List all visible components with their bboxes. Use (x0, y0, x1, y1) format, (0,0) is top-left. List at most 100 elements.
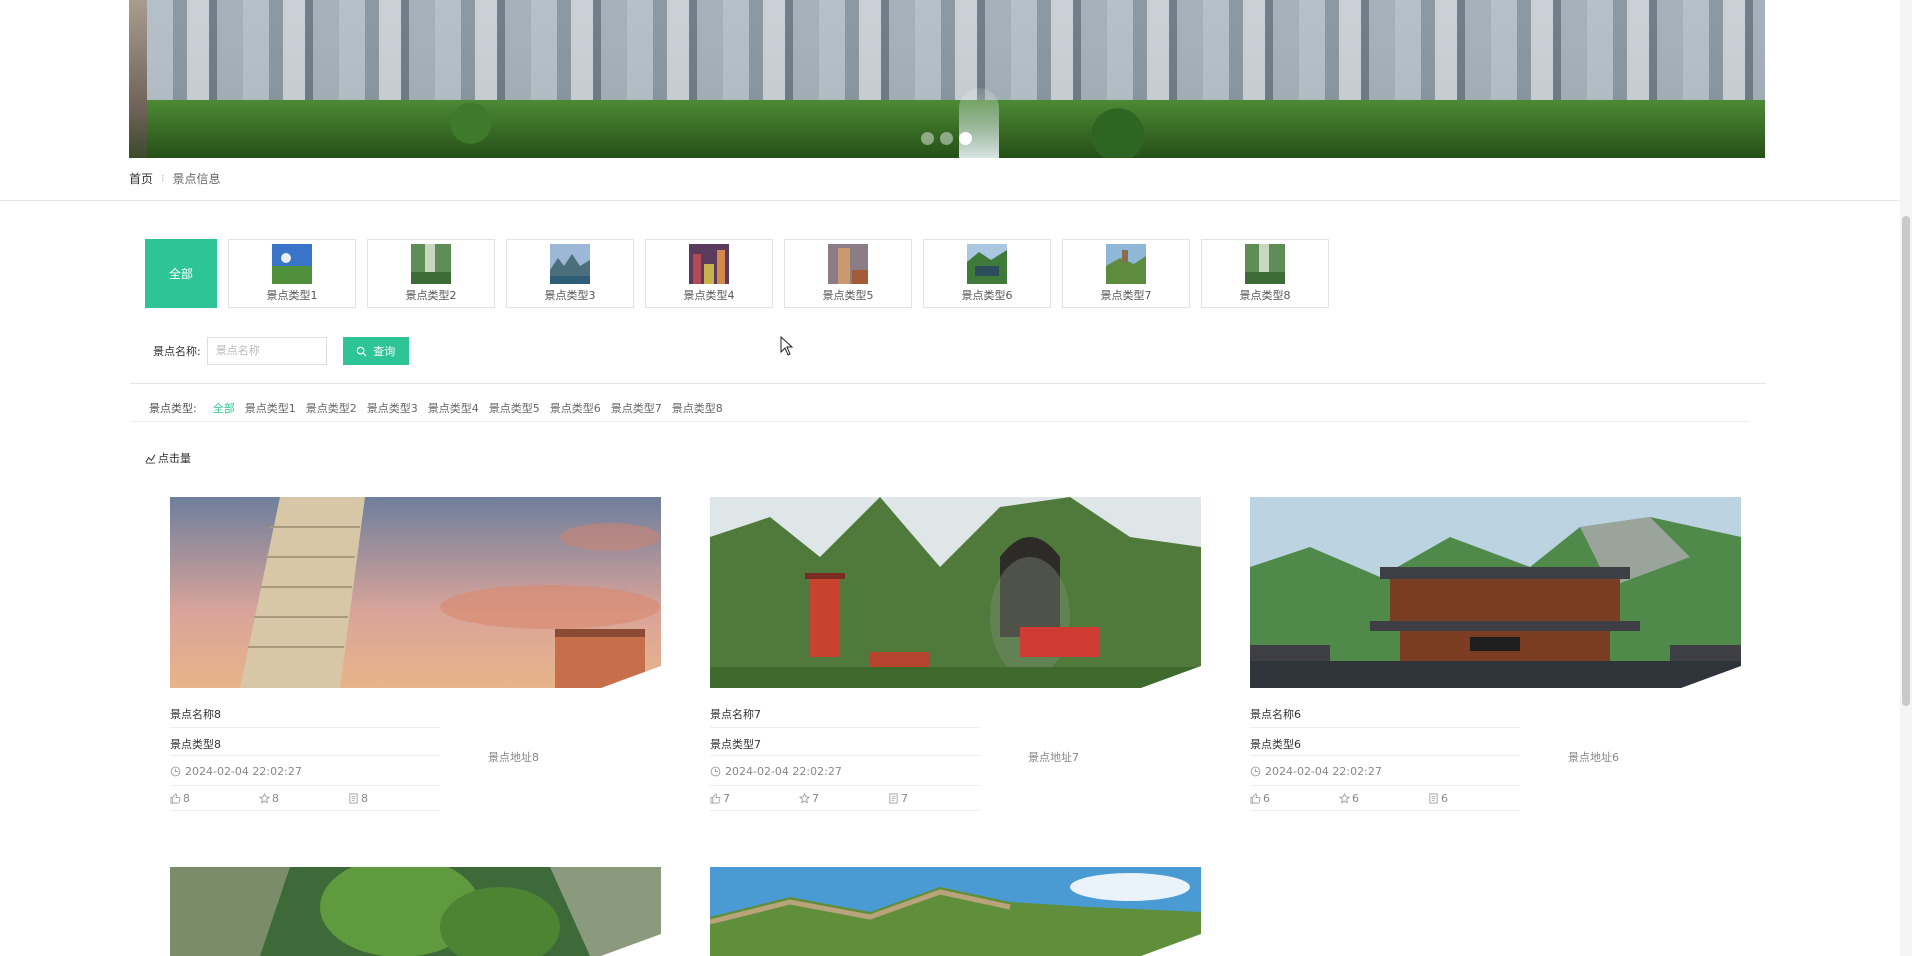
filter-option-6[interactable]: 景点类型6 (550, 400, 601, 416)
category-thumbnail (272, 244, 312, 284)
attraction-name[interactable]: 景点名称7 (710, 706, 761, 722)
attraction-image[interactable] (170, 867, 661, 956)
attraction-image[interactable] (710, 497, 1201, 688)
category-tile-2[interactable]: 景点类型2 (367, 239, 495, 308)
attraction-card[interactable] (170, 867, 661, 956)
category-tile-4[interactable]: 景点类型4 (645, 239, 773, 308)
attraction-image[interactable] (1250, 497, 1741, 688)
category-thumbnail (828, 244, 868, 284)
comments-stat[interactable]: 7 (888, 792, 977, 805)
filter-option-7[interactable]: 景点类型7 (611, 400, 662, 416)
comments-stat[interactable]: 6 (1428, 792, 1517, 805)
thumbs-up-icon (1250, 793, 1261, 804)
favorites-stat[interactable]: 6 (1339, 792, 1428, 805)
category-tile-1[interactable]: 景点类型1 (228, 239, 356, 308)
likes-stat[interactable]: 7 (710, 792, 799, 805)
attraction-meta: 景点名称7 景点类型7 景点地址7 2024-02-04 22:02:27 7 … (710, 688, 1201, 818)
divider (0, 200, 1900, 201)
category-tile-6[interactable]: 景点类型6 (923, 239, 1051, 308)
breadcrumb-home[interactable]: 首页 (129, 170, 153, 187)
mouse-cursor (780, 336, 794, 356)
attraction-stats: 6 6 6 (1250, 792, 1517, 805)
type-filter: 景点类型: 全部 景点类型1 景点类型2 景点类型3 景点类型4 景点类型5 景… (149, 400, 723, 416)
attraction-address: 景点地址7 (1028, 751, 1079, 764)
attraction-card[interactable]: 景点名称7 景点类型7 景点地址7 2024-02-04 22:02:27 7 … (710, 497, 1201, 818)
comments-stat[interactable]: 8 (348, 792, 437, 805)
filter-option-1[interactable]: 景点类型1 (245, 400, 296, 416)
likes-count: 6 (1263, 792, 1270, 805)
filter-option-3[interactable]: 景点类型3 (367, 400, 418, 416)
breadcrumb: 首页 ⁝ 景点信息 (129, 170, 221, 187)
carousel-dot-3[interactable] (959, 132, 972, 145)
filter-option-5[interactable]: 景点类型5 (489, 400, 540, 416)
previous-slide-edge (129, 0, 147, 158)
attraction-stats: 7 7 7 (710, 792, 977, 805)
category-tile-3[interactable]: 景点类型3 (506, 239, 634, 308)
divider (130, 421, 1750, 422)
attraction-card[interactable]: 景点名称8 景点类型8 景点地址8 2024-02-04 22:02:27 8 … (170, 497, 661, 818)
carousel-indicators (921, 132, 972, 145)
attraction-image[interactable] (170, 497, 661, 688)
attraction-time: 2024-02-04 22:02:27 (1250, 765, 1382, 778)
category-thumbnail (1245, 244, 1285, 284)
category-tile-label: 景点类型7 (1100, 289, 1152, 302)
attraction-card[interactable] (710, 867, 1201, 956)
category-tile-5[interactable]: 景点类型5 (784, 239, 912, 308)
attraction-time: 2024-02-04 22:02:27 (710, 765, 842, 778)
category-tile-all[interactable]: 全部 (145, 239, 217, 308)
search-button-label: 查询 (373, 346, 396, 358)
carousel-dot-2[interactable] (940, 132, 953, 145)
divider (710, 727, 980, 728)
filter-option-8[interactable]: 景点类型8 (672, 400, 723, 416)
breadcrumb-separator: ⁝ (161, 172, 165, 185)
category-tile-label: 景点类型3 (544, 289, 596, 302)
likes-stat[interactable]: 6 (1250, 792, 1339, 805)
category-thumbnail (689, 244, 729, 284)
filter-option-4[interactable]: 景点类型4 (428, 400, 479, 416)
banner-carousel[interactable] (129, 0, 1765, 158)
attraction-type: 景点类型6 (1250, 738, 1301, 751)
attraction-time: 2024-02-04 22:02:27 (170, 765, 302, 778)
favorites-count: 7 (812, 792, 819, 805)
likes-count: 7 (723, 792, 730, 805)
search-button[interactable]: 查询 (342, 337, 409, 365)
attraction-name[interactable]: 景点名称8 (170, 706, 221, 722)
favorites-stat[interactable]: 8 (259, 792, 348, 805)
carousel-dot-1[interactable] (921, 132, 934, 145)
attraction-stats: 8 8 8 (170, 792, 437, 805)
category-tile-label: 景点类型8 (1239, 289, 1291, 302)
attraction-type: 景点类型7 (710, 738, 761, 751)
divider (1250, 785, 1520, 786)
attraction-time-text: 2024-02-04 22:02:27 (185, 765, 302, 778)
category-tiles: 全部 景点类型1 景点类型2 景点类型3 景点类型4 景点类型5 景点类型6 景… (145, 239, 1329, 308)
sort-by-clicks[interactable]: 点击量 (145, 450, 191, 466)
divider (710, 810, 980, 811)
category-tile-label: 景点类型1 (266, 289, 318, 302)
category-tile-label: 景点类型4 (683, 289, 735, 302)
search-icon (356, 346, 367, 357)
attraction-name[interactable]: 景点名称6 (1250, 706, 1301, 722)
attraction-address: 景点地址6 (1568, 751, 1619, 764)
category-tile-8[interactable]: 景点类型8 (1201, 239, 1329, 308)
thumbs-up-icon (710, 793, 721, 804)
banner-city-skyline (147, 0, 1765, 110)
comments-count: 6 (1441, 792, 1448, 805)
page-scrollbar[interactable] (1900, 0, 1912, 956)
category-tile-label: 景点类型2 (405, 289, 457, 302)
attraction-time-text: 2024-02-04 22:02:27 (725, 765, 842, 778)
category-tile-7[interactable]: 景点类型7 (1062, 239, 1190, 308)
document-icon (1429, 793, 1438, 804)
filter-option-all[interactable]: 全部 (213, 400, 235, 416)
scrollbar-thumb[interactable] (1902, 216, 1910, 706)
attraction-image[interactable] (710, 867, 1201, 956)
divider (1250, 810, 1520, 811)
favorites-stat[interactable]: 7 (799, 792, 888, 805)
divider (710, 755, 980, 756)
forest-cliff-photo (170, 867, 661, 956)
likes-stat[interactable]: 8 (170, 792, 259, 805)
search-input[interactable] (206, 337, 327, 365)
attraction-card[interactable]: 景点名称6 景点类型6 景点地址6 2024-02-04 22:02:27 6 … (1250, 497, 1741, 818)
divider (130, 383, 1766, 384)
divider (170, 727, 440, 728)
filter-option-2[interactable]: 景点类型2 (306, 400, 357, 416)
